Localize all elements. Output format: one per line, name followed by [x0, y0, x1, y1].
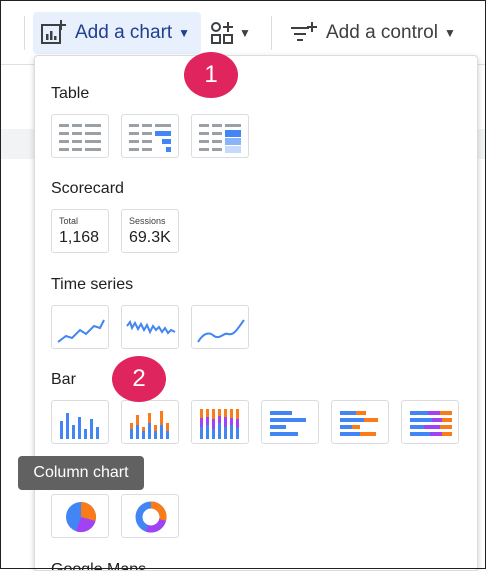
chart-option-table-with-bars[interactable] [121, 114, 179, 158]
community-viz-icon [209, 19, 237, 47]
add-chart-button[interactable]: Add a chart ▼ [33, 12, 201, 54]
add-chart-icon [39, 19, 67, 47]
scorecard-label: Total [59, 216, 79, 226]
section-title-table: Table [51, 85, 90, 102]
chevron-down-icon: ▼ [443, 26, 456, 40]
tooltip: Column chart [18, 456, 144, 490]
add-control-label: Add a control [326, 22, 438, 43]
section-title-bar: Bar [51, 371, 76, 388]
chart-option-pie-chart[interactable] [51, 494, 109, 538]
scorecard-label: Sessions [129, 216, 166, 226]
add-chart-menu: Table Scorecard Total 1,168 Sessions 69.… [34, 55, 478, 571]
section-title-time-series: Time series [51, 276, 134, 293]
chart-option-100-percent-bar[interactable] [401, 400, 459, 444]
section-title-scorecard: Scorecard [51, 180, 124, 197]
chart-option-stacked-bar[interactable] [331, 400, 389, 444]
chart-option-smoothed-time-series[interactable] [191, 305, 249, 349]
chevron-down-icon: ▼ [239, 26, 251, 40]
add-control-button[interactable]: Add a control ▼ [286, 12, 476, 54]
chart-option-stacked-column[interactable] [121, 400, 179, 444]
chart-option-column-chart[interactable] [51, 400, 109, 444]
chart-option-time-series[interactable] [51, 305, 109, 349]
scorecard-value: 1,168 [59, 229, 100, 246]
chart-option-scorecard[interactable]: Total 1,168 [51, 209, 109, 253]
section-title-google-maps: Google Maps [51, 561, 147, 571]
step-badge-2: 2 [112, 356, 166, 402]
add-chart-label: Add a chart [75, 22, 173, 43]
toolbar-separator [271, 16, 272, 50]
community-viz-button[interactable]: ▼ [207, 12, 259, 54]
chart-option-100-percent-column[interactable] [191, 400, 249, 444]
chart-option-scorecard-compact[interactable]: Sessions 69.3K [121, 209, 179, 253]
chevron-down-icon: ▼ [178, 26, 191, 40]
chart-option-table-heatmap[interactable] [191, 114, 249, 158]
add-control-icon [288, 19, 318, 47]
step-badge-1: 1 [184, 52, 238, 98]
chart-option-donut-chart[interactable] [121, 494, 179, 538]
toolbar-separator [24, 16, 25, 50]
chart-option-table[interactable] [51, 114, 109, 158]
chart-option-sparkline[interactable] [121, 305, 179, 349]
chart-option-bar-chart[interactable] [261, 400, 319, 444]
scorecard-value: 69.3K [129, 229, 171, 246]
